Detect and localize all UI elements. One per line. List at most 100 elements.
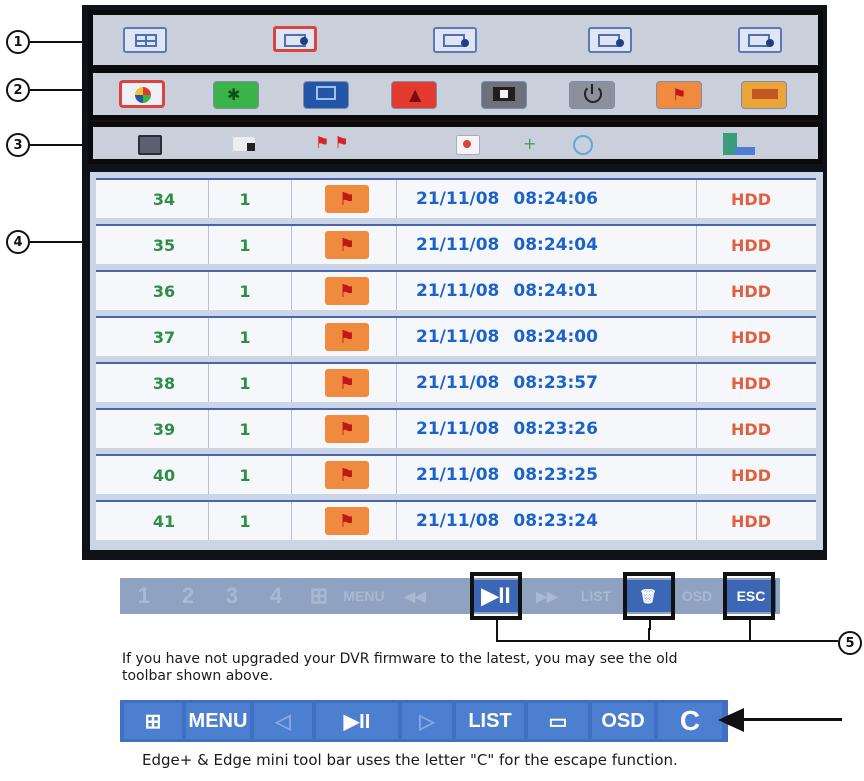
event-date: 21/11/08 bbox=[416, 511, 500, 531]
column-divider bbox=[396, 364, 397, 402]
camera-playback-icon[interactable] bbox=[738, 27, 782, 53]
camera-playback-icon[interactable] bbox=[273, 26, 317, 52]
esc-highlight bbox=[723, 572, 775, 620]
fast-forward-button[interactable]: ▶▶ bbox=[524, 580, 570, 612]
display-button[interactable]: ▭ bbox=[528, 703, 588, 739]
column-divider bbox=[208, 364, 209, 402]
camera-playback-icon[interactable] bbox=[433, 27, 477, 53]
camera-icon[interactable] bbox=[233, 137, 255, 151]
storage-device: HDD bbox=[731, 189, 771, 209]
event-time: 08:23:57 bbox=[513, 373, 598, 393]
callout-3: 3 bbox=[6, 133, 30, 157]
event-datetime: 21/11/08 08:24:01 bbox=[416, 272, 676, 310]
column-divider bbox=[208, 456, 209, 494]
event-date: 21/11/08 bbox=[416, 235, 500, 255]
channel-number: 1 bbox=[239, 235, 251, 255]
callout-1: 1 bbox=[6, 30, 30, 54]
table-row[interactable]: 41 1 ⚑ 21/11/08 08:23:24 HDD bbox=[96, 500, 816, 540]
quad-view-button[interactable]: ⊞ bbox=[124, 703, 182, 739]
alarm-icon[interactable]: ▲ bbox=[391, 81, 437, 109]
table-row[interactable]: 40 1 ⚑ 21/11/08 08:23:25 HDD bbox=[96, 454, 816, 494]
channel-number: 1 bbox=[239, 465, 251, 485]
camera-playback-icon[interactable] bbox=[588, 27, 632, 53]
channel-4-button[interactable]: 4 bbox=[256, 580, 296, 612]
escape-c-button[interactable]: C bbox=[658, 703, 722, 739]
column-divider bbox=[396, 272, 397, 310]
storage-device: HDD bbox=[731, 511, 771, 531]
list-button[interactable]: LIST bbox=[456, 703, 524, 739]
column-divider bbox=[208, 502, 209, 540]
osd-button[interactable]: OSD bbox=[672, 580, 722, 612]
event-time: 08:24:04 bbox=[513, 235, 598, 255]
column-divider bbox=[396, 180, 397, 218]
sensor-icon: ⚑ bbox=[325, 231, 369, 259]
event-type-cell: ⚑ bbox=[324, 410, 370, 448]
flags-icon[interactable]: ⚑ ⚑ bbox=[315, 133, 349, 152]
grid-layout-icon[interactable] bbox=[123, 27, 167, 53]
power-icon[interactable] bbox=[569, 81, 615, 109]
storage-device: HDD bbox=[731, 465, 771, 485]
callout-5-bracket bbox=[648, 628, 650, 642]
table-row[interactable]: 36 1 ⚑ 21/11/08 08:24:01 HDD bbox=[96, 270, 816, 310]
column-divider bbox=[696, 226, 697, 264]
event-date: 21/11/08 bbox=[416, 465, 500, 485]
list-button[interactable]: LIST bbox=[572, 580, 620, 612]
event-type-toolbar: ✱ ▲ ⚑ bbox=[88, 68, 823, 120]
column-divider bbox=[696, 318, 697, 356]
plus-icon: + bbox=[523, 134, 537, 153]
event-number: 38 bbox=[152, 373, 176, 393]
next-button[interactable]: ▷ bbox=[402, 703, 452, 739]
motion-icon[interactable]: ✱ bbox=[213, 81, 259, 109]
channel-1-button[interactable]: 1 bbox=[124, 580, 164, 612]
event-type-cell: ⚑ bbox=[324, 272, 370, 310]
menu-button[interactable]: MENU bbox=[186, 703, 250, 739]
event-number: 35 bbox=[152, 235, 176, 255]
event-number: 34 bbox=[152, 189, 176, 209]
menu-button[interactable]: MENU bbox=[342, 580, 386, 612]
quad-view-button[interactable]: ⊞ bbox=[300, 580, 338, 612]
old-toolbar: 1 2 3 4 ⊞ MENU ◀◀ ▶II ▶▶ LIST 🗑 OSD ESC bbox=[120, 578, 780, 614]
sensor-icon: ⚑ bbox=[325, 507, 369, 535]
table-row[interactable]: 38 1 ⚑ 21/11/08 08:23:57 HDD bbox=[96, 362, 816, 402]
column-divider bbox=[291, 318, 292, 356]
column-divider bbox=[396, 410, 397, 448]
hdd-storage-icon[interactable] bbox=[723, 133, 755, 155]
event-list-table: 34 1 ⚑ 21/11/08 08:24:06 HDD 35 1 ⚑ 21/11/08 08:24… bbox=[90, 172, 823, 550]
delete-highlight bbox=[623, 572, 675, 620]
video-loss-icon[interactable] bbox=[303, 81, 349, 109]
video-record-icon[interactable] bbox=[481, 81, 527, 109]
event-datetime: 21/11/08 08:23:26 bbox=[416, 410, 676, 448]
storage-device: HDD bbox=[731, 281, 771, 301]
event-date: 21/11/08 bbox=[416, 419, 500, 439]
channel-3-button[interactable]: 3 bbox=[212, 580, 252, 612]
callout-2: 2 bbox=[6, 78, 30, 102]
column-divider bbox=[396, 502, 397, 540]
column-divider bbox=[208, 226, 209, 264]
sensor-icon[interactable]: ⚑ bbox=[656, 81, 702, 109]
clock-icon[interactable] bbox=[573, 135, 593, 155]
play-pause-button[interactable]: ▶II bbox=[316, 703, 398, 739]
hdd-icon[interactable] bbox=[741, 81, 787, 109]
callout-5-bracket bbox=[496, 620, 498, 642]
table-row[interactable]: 35 1 ⚑ 21/11/08 08:24:04 HDD bbox=[96, 224, 816, 264]
calendar-icon[interactable] bbox=[456, 135, 480, 155]
storage-device: HDD bbox=[731, 235, 771, 255]
osd-button[interactable]: OSD bbox=[592, 703, 654, 739]
event-time: 08:23:24 bbox=[513, 511, 598, 531]
event-datetime: 21/11/08 08:24:06 bbox=[416, 180, 676, 218]
column-divider bbox=[208, 272, 209, 310]
callout-5-label: 5 bbox=[845, 635, 855, 651]
column-divider bbox=[696, 180, 697, 218]
all-events-icon[interactable] bbox=[119, 80, 165, 108]
table-row[interactable]: 34 1 ⚑ 21/11/08 08:24:06 HDD bbox=[96, 178, 816, 218]
table-row[interactable]: 37 1 ⚑ 21/11/08 08:24:00 HDD bbox=[96, 316, 816, 356]
event-date: 21/11/08 bbox=[416, 373, 500, 393]
document-icon[interactable] bbox=[138, 135, 162, 155]
channel-2-button[interactable]: 2 bbox=[168, 580, 208, 612]
column-divider bbox=[696, 456, 697, 494]
event-number: 37 bbox=[152, 327, 176, 347]
previous-button[interactable]: ◁ bbox=[254, 703, 312, 739]
callout-4-line bbox=[30, 241, 90, 243]
table-row[interactable]: 39 1 ⚑ 21/11/08 08:23:26 HDD bbox=[96, 408, 816, 448]
rewind-button[interactable]: ◀◀ bbox=[390, 580, 440, 612]
